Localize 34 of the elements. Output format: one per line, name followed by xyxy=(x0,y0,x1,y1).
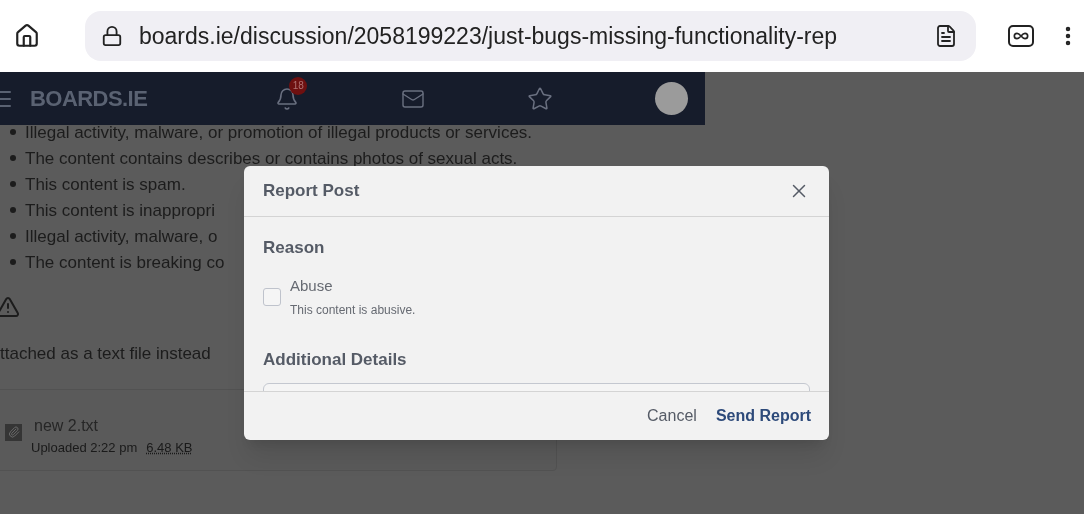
reason-description: This content is abusive. xyxy=(290,302,416,319)
send-report-button[interactable]: Send Report xyxy=(715,404,811,428)
attachment-note: ttached as a text file instead xyxy=(0,343,211,365)
bullet-icon xyxy=(10,155,16,161)
bullet-text: This content is inappropri xyxy=(25,201,215,219)
dialog-title: Report Post xyxy=(263,180,360,203)
reason-heading: Reason xyxy=(263,237,326,259)
bullet-text: The content contains describes or contains photos of sexual acts. xyxy=(25,149,518,167)
bullet-text: Illegal activity, malware, o xyxy=(25,227,218,245)
bullet-icon xyxy=(10,259,16,265)
notification-badge: 18 xyxy=(289,76,308,95)
details-heading: Additional Details xyxy=(263,349,408,371)
bullet-text: The content is breaking co xyxy=(25,253,225,271)
paperclip-icon xyxy=(5,423,22,441)
reason-label[interactable]: Abuse xyxy=(290,274,416,297)
address-bar[interactable]: boards.ie/discussion/2058199223/just-bugs-missing-functionality-rep xyxy=(85,11,976,61)
checkbox[interactable] xyxy=(263,287,281,306)
file-size: 6.48 KB xyxy=(146,438,193,457)
bullet-text: Illegal activity, malware, or promotion of illegal products or services. xyxy=(25,123,533,141)
lock-icon xyxy=(101,24,123,48)
bullet-icon xyxy=(10,233,16,239)
bullet-icon xyxy=(10,181,16,187)
bullet-text: This content is spam. xyxy=(25,175,186,193)
infinity-icon[interactable] xyxy=(1008,25,1034,47)
warning-icon xyxy=(0,295,20,319)
bullet-icon xyxy=(10,207,16,213)
home-icon[interactable] xyxy=(14,23,40,49)
cancel-button[interactable]: Cancel xyxy=(647,404,697,428)
reader-mode-icon[interactable] xyxy=(934,24,958,48)
url-text: boards.ie/discussion/2058199223/just-bugs-missing-functionality-rep xyxy=(139,21,838,51)
star-icon[interactable] xyxy=(527,85,554,112)
avatar[interactable] xyxy=(655,82,689,115)
upload-time: Uploaded 2:22 pm xyxy=(31,438,138,457)
bullet-icon xyxy=(10,129,16,135)
